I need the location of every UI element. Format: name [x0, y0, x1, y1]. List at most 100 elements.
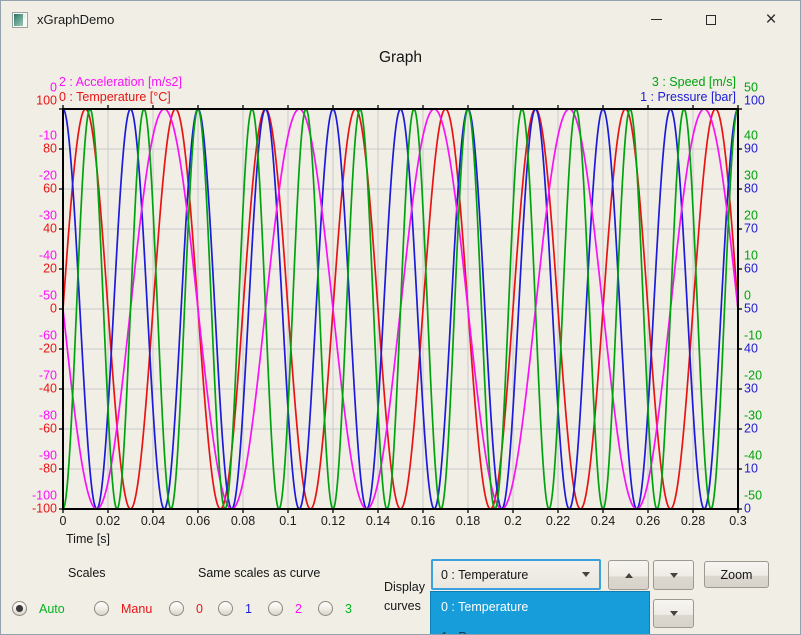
x-axis-label: 0.14: [365, 514, 391, 528]
radio-label-3: 3: [345, 602, 352, 616]
spin-up-icon: [624, 572, 633, 578]
y-axis-label-left: -60: [38, 328, 57, 343]
curve-down-button[interactable]: [653, 560, 694, 590]
radio-1[interactable]: [218, 601, 233, 616]
x-axis-label: 0.18: [455, 514, 481, 528]
y-axis-label-left: -20: [38, 341, 57, 356]
y-axis-label-left: -30: [38, 208, 57, 223]
plot-area: [59, 105, 742, 513]
same-scales-label: Same scales as curve: [198, 566, 321, 580]
x-axis-label: 0.12: [320, 514, 346, 528]
y-axis-label-right: 10: [744, 248, 758, 263]
radio-label-0: 0: [196, 602, 203, 616]
y-axis-label-left: -50: [38, 288, 57, 303]
minimize-icon: [650, 19, 662, 20]
minimize-button[interactable]: [633, 1, 679, 38]
y-axis-label-right: -10: [744, 328, 763, 343]
y-axis-label-left: -100: [31, 488, 57, 503]
y-axis-label-left: 40: [43, 221, 57, 236]
display-down-button[interactable]: [653, 599, 694, 628]
radio-auto[interactable]: [12, 601, 27, 616]
x-axis-label: 0.06: [185, 514, 211, 528]
y-axis-label-right: 50: [744, 80, 758, 95]
maximize-icon: [706, 14, 716, 25]
y-axis-label-right: 100: [744, 93, 765, 108]
x-axis-label: 0.3: [729, 514, 747, 528]
close-icon: ×: [765, 9, 777, 30]
radio-label-auto: Auto: [39, 602, 65, 616]
curve-combobox-value: 0 : Temperature: [441, 567, 529, 582]
y-axis-label-left: -20: [38, 168, 57, 183]
x-axis-label: 0.26: [635, 514, 661, 528]
y-axis-label-left: -80: [38, 461, 57, 476]
y-axis-label-right: 20: [744, 208, 758, 223]
app-icon: [12, 12, 28, 28]
y-axis-label-right: 60: [744, 261, 758, 276]
spin-down-icon: [669, 572, 678, 578]
radio-0[interactable]: [169, 601, 184, 616]
y-axis-label-left: -60: [38, 421, 57, 436]
y-axis-label-right: -40: [744, 448, 763, 463]
y-axis-label-right: 50: [744, 301, 758, 316]
curve-combobox[interactable]: 0 : Temperature: [431, 559, 601, 590]
y-axis-label-right: 90: [744, 141, 758, 156]
window-title: xGraphDemo: [37, 12, 115, 27]
x-axis-label: 0.16: [410, 514, 436, 528]
y-axis-label-right: -20: [744, 368, 763, 383]
y-axis-label-right: -50: [744, 488, 763, 503]
radio-label-manu: Manu: [121, 602, 153, 616]
radio-3[interactable]: [318, 601, 333, 616]
y-axis-label-right: 10: [744, 461, 758, 476]
x-axis-label: 0.08: [230, 514, 256, 528]
y-axis-label-right: 40: [744, 341, 758, 356]
radio-label-1: 1: [245, 602, 252, 616]
y-axis-label-left: -70: [38, 368, 57, 383]
y-axis-label-left: 20: [43, 261, 57, 276]
y-axis-label-right: 80: [744, 181, 758, 196]
y-axis-label-left: -40: [38, 381, 57, 396]
x-axis-label: 0.22: [545, 514, 571, 528]
y-axis-label-right: -30: [744, 408, 763, 423]
x-axis-label: 0.04: [140, 514, 166, 528]
maximize-button[interactable]: [688, 1, 734, 38]
scales-label: Scales: [68, 566, 106, 580]
dropdown-item-1-pressure[interactable]: 1 : Pressure: [431, 622, 649, 634]
y-axis-label-left: -80: [38, 408, 57, 423]
y-axis-label-right: 30: [744, 168, 758, 183]
y-axis-label-left: -40: [38, 248, 57, 263]
legend-item: 2 : Acceleration [m/s2]: [59, 75, 182, 89]
y-axis-label-right: 30: [744, 381, 758, 396]
x-axis-label: 0: [59, 514, 67, 528]
dropdown-item-0-temperature[interactable]: 0 : Temperature: [431, 592, 649, 622]
spin-down-icon: [669, 611, 678, 616]
y-axis-label-right: 40: [744, 128, 758, 143]
radio-label-2: 2: [295, 602, 302, 616]
x-axis-label: 0.02: [95, 514, 121, 528]
x-axis-label: 0.28: [680, 514, 706, 528]
app-window: xGraphDemo × Graph 2 : Acceleration [m/s…: [0, 0, 801, 635]
y-axis-label-right: 20: [744, 421, 758, 436]
combo-arrow-icon: [582, 572, 590, 577]
x-axis-label: 0.2: [504, 514, 522, 528]
x-axis-title: Time [s]: [66, 532, 110, 546]
y-axis-label-left: 80: [43, 141, 57, 156]
y-axis-label-left: -90: [38, 448, 57, 463]
y-axis-label-right: 0: [744, 288, 751, 303]
x-axis-label: 0.24: [590, 514, 616, 528]
radio-2[interactable]: [268, 601, 283, 616]
y-axis-label-left: 0: [50, 301, 57, 316]
graph-title: Graph: [378, 49, 423, 66]
y-axis-label-left: 100: [36, 93, 57, 108]
curve-dropdown-popup: 0 : Temperature1 : Pressure: [431, 592, 649, 634]
close-button[interactable]: ×: [748, 1, 794, 38]
y-axis-label-left: 60: [43, 181, 57, 196]
curve-up-button[interactable]: [608, 560, 649, 590]
radio-manu[interactable]: [94, 601, 109, 616]
y-axis-label-left: -100: [31, 501, 57, 516]
y-axis-label-left: 0: [50, 80, 57, 95]
y-axis-label-left: -10: [38, 128, 57, 143]
title-bar: xGraphDemo ×: [1, 1, 800, 39]
y-axis-label-right: 70: [744, 221, 758, 236]
zoom-button[interactable]: Zoom: [704, 561, 769, 588]
display-curves-label: Display curves: [384, 580, 425, 613]
